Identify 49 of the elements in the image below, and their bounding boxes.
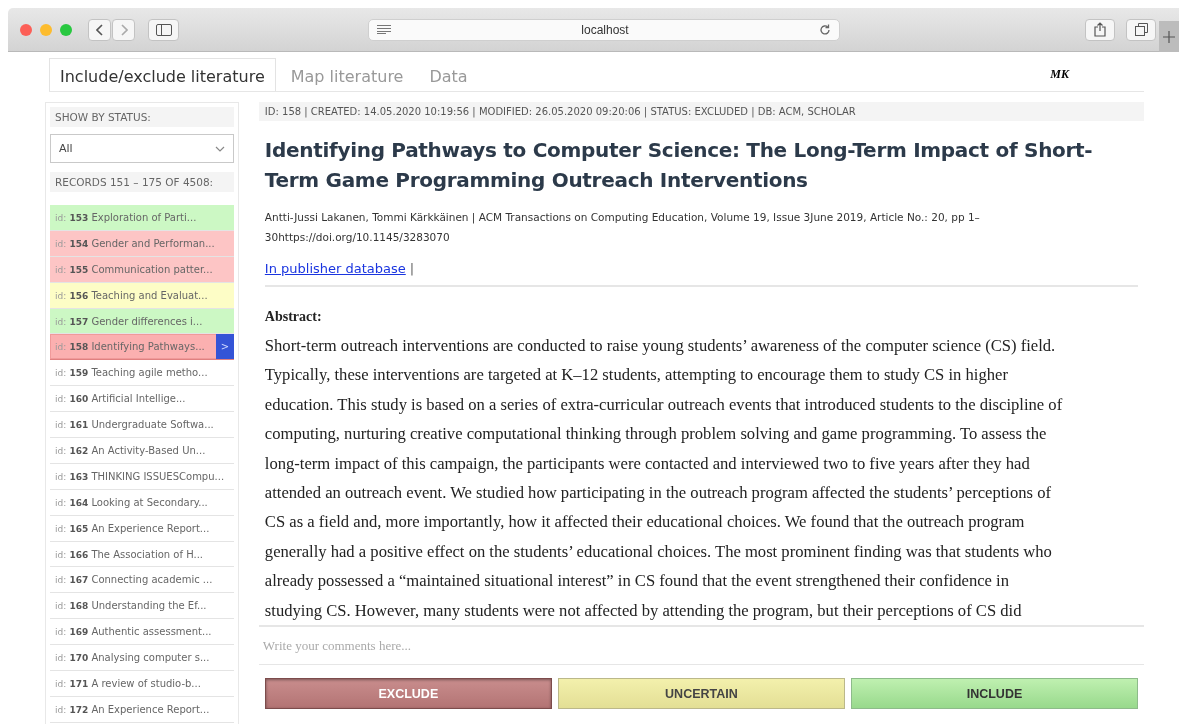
close-window-icon[interactable]: [20, 23, 32, 36]
chevron-down-icon: [214, 145, 225, 152]
forward-icon: [119, 23, 128, 36]
abstract-line: Short-term outreach interventions are conducted to raise young students’ awareness of the computer science (CS) field.: [264, 335, 1057, 357]
address-bar[interactable]: localhost: [368, 18, 840, 41]
back-icon: [95, 23, 104, 36]
open-record-button[interactable]: >: [215, 334, 234, 360]
reader-icon[interactable]: [377, 25, 391, 34]
share-icon: [1094, 22, 1106, 37]
publisher-database-link[interactable]: In publisher database: [264, 261, 406, 276]
abstract-line: Typically, these interventions are targeted at K–12 students, attempting to encourage them to study CS in higher: [264, 364, 1009, 387]
abstract-heading: Abstract:: [264, 309, 323, 325]
record-list-item[interactable]: id: 153 Exploration of Parti...: [50, 205, 234, 231]
share-button[interactable]: [1085, 18, 1115, 41]
sidebar-toggle-button[interactable]: [148, 18, 179, 41]
back-button[interactable]: [88, 18, 111, 41]
record-list-item[interactable]: id: 155 Communication patter...: [50, 256, 234, 283]
abstract-line: already possessed a “maintained situational interest” in CS found that the event strengthened their confidence in: [264, 570, 1010, 593]
record-list-item[interactable]: id: 156 Teaching and Evaluat...: [50, 282, 234, 309]
zoom-window-icon[interactable]: [60, 23, 72, 36]
record-title: Identifying Pathways to Computer Science: The Long-Term Impact of Short-Term Game Programming Outreach Interventions: [264, 137, 1094, 194]
status-dropdown[interactable]: All: [50, 134, 234, 163]
abstract-line: computing, nurturing creative computational thinking through problem solving and game programming. To assess the: [264, 423, 1048, 446]
uncertain-button[interactable]: UNCERTAIN: [557, 678, 845, 709]
abstract-line: studying CS. However, many students were not affected by attending the program, but their perceptions of CS did: [264, 599, 1023, 622]
reload-icon[interactable]: [819, 23, 831, 36]
comment-field[interactable]: Write your comments here...: [258, 637, 1144, 654]
nav-tab[interactable]: Include/exclude literature: [49, 58, 276, 91]
plus-icon: [1163, 30, 1175, 43]
include-button[interactable]: INCLUDE: [850, 678, 1138, 709]
record-list-item[interactable]: id: 154 Gender and Performan...: [50, 230, 234, 257]
user-initials[interactable]: MK: [1050, 67, 1069, 82]
record-list-item[interactable]: id: 157 Gender differences i...: [50, 308, 234, 335]
tabs-overview-button[interactable]: [1126, 18, 1156, 41]
abstract-line: attended an outreach event. We studied how participating in the outreach program affected the students’ perceptions of: [264, 482, 1052, 505]
filter-label: SHOW BY STATUS:: [50, 107, 234, 127]
address-text: localhost: [580, 22, 630, 37]
sidebar-icon: [155, 23, 172, 36]
record-list-item[interactable]: id: 158 Identifying Pathways... >: [50, 334, 234, 361]
citation-text: Antti-Jussi Lakanen, Tommi Kärkkäinen | ACM Transactions on Computing Education, Volume 19, Issue 3June 2019, Article No.: 20, pp 1–30https://doi.org/10.1145/3283070: [264, 210, 981, 245]
abstract-line: education. This study is based on a series of extra-curricular outreach events that introduced students to the discipline of: [264, 393, 1064, 416]
tabs-icon: [1134, 23, 1148, 36]
records-count-label: RECORDS 151 – 175 OF 4508:: [50, 172, 234, 192]
abstract-line: generally had a positive effect on the students’ educational choices. The most prominent finding was that students who: [264, 540, 1053, 563]
abstract-line: long-term impact of this campaign, the participants were contacted and interviewed two to five years after they had: [264, 452, 1031, 475]
record-meta: ID: 158 | CREATED: 14.05.2020 10:19:56 | MODIFIED: 26.05.2020 09:20:06 | STATUS: EXCLUDED | DB: ACM, SCHOLAR: [258, 102, 1144, 121]
link-separator: |: [409, 261, 415, 276]
forward-button[interactable]: [112, 18, 135, 41]
abstract-line: CS as a field and, more importantly, how it affected their educational choices. We found that the outreach program: [264, 511, 1026, 534]
